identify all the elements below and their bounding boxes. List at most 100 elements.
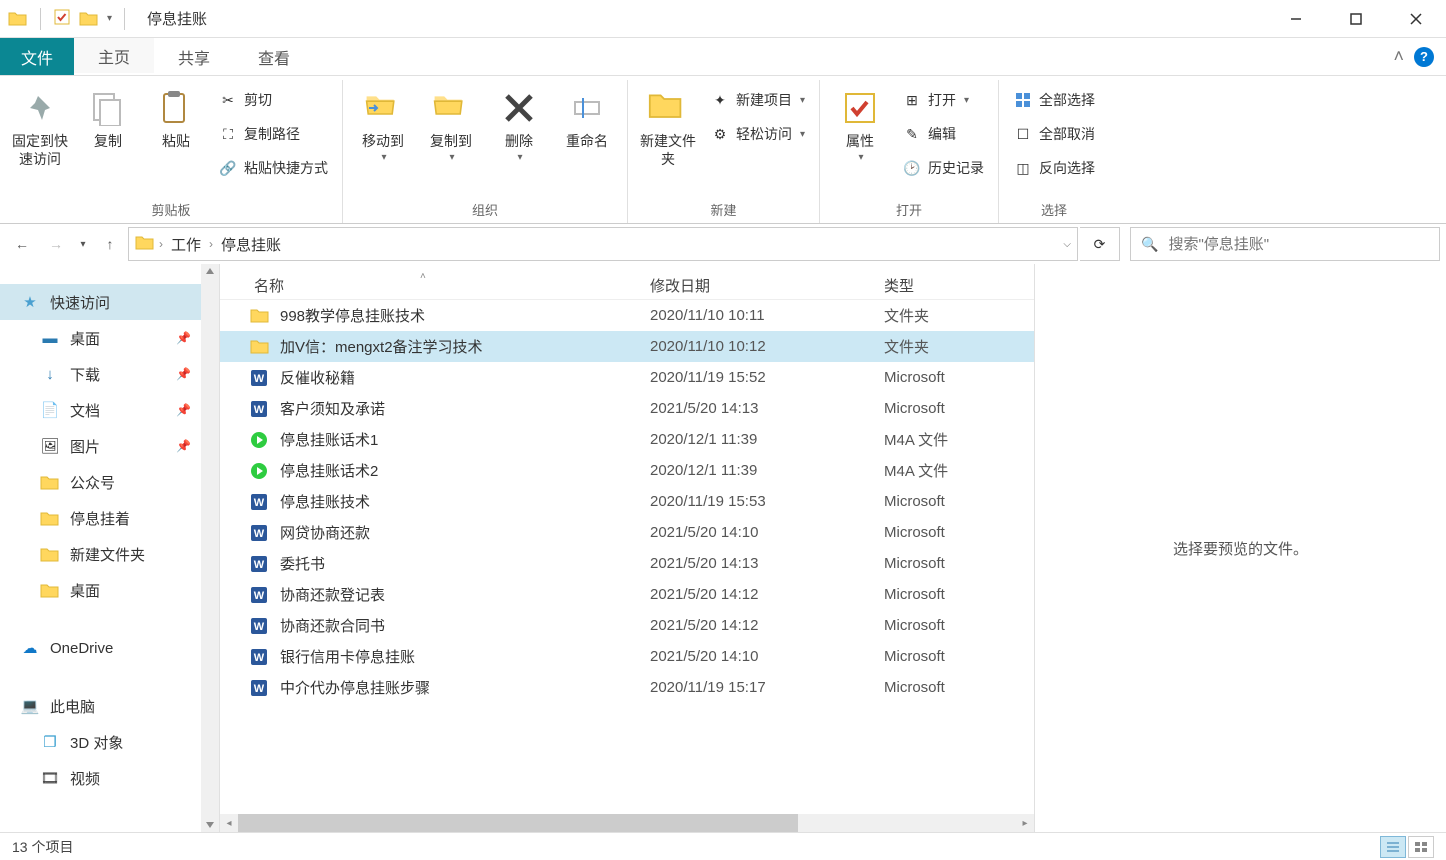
file-row[interactable]: 停息挂账话术12020/12/1 11:39M4A 文件 [220, 424, 1034, 455]
edit-icon: ✎ [902, 124, 922, 144]
tab-home[interactable]: 主页 [74, 38, 154, 75]
nav-back-button[interactable]: ← [6, 229, 38, 259]
refresh-button[interactable]: ⟳ [1080, 227, 1120, 261]
sidebar-downloads[interactable]: ↓下载📌 [0, 356, 219, 392]
navigation-pane[interactable]: ★快速访问 ▬桌面📌 ↓下载📌 📄文档📌 🖼图片📌 公众号 停息挂着 新建文件夹… [0, 264, 220, 832]
qat-dropdown[interactable]: ▾ [107, 13, 112, 24]
folder-icon [250, 337, 270, 357]
file-row[interactable]: 停息挂账话术22020/12/1 11:39M4A 文件 [220, 455, 1034, 486]
file-type: Microsoft [884, 555, 1004, 572]
maximize-button[interactable] [1326, 0, 1386, 38]
sidebar-folder-3[interactable]: 新建文件夹 [0, 536, 219, 572]
sidebar-3d-objects[interactable]: ❒3D 对象 [0, 724, 219, 760]
open-button[interactable]: ⊞打开▾ [896, 84, 990, 116]
collapse-ribbon-icon[interactable]: ˄ [1393, 46, 1404, 67]
search-box[interactable]: 🔍 [1130, 227, 1440, 261]
file-row[interactable]: 中介代办停息挂账步骤2020/11/19 15:17Microsoft [220, 672, 1034, 703]
file-row[interactable]: 网贷协商还款2021/5/20 14:10Microsoft [220, 517, 1034, 548]
address-dropdown[interactable]: ⌵ [1063, 239, 1071, 250]
file-row[interactable]: 停息挂账技术2020/11/19 15:53Microsoft [220, 486, 1034, 517]
nav-recent-dropdown[interactable]: ▾ [74, 229, 92, 259]
close-button[interactable] [1386, 0, 1446, 38]
properties-icon [838, 86, 882, 130]
ribbon-tabstrip: 文件 主页 共享 查看 ˄ ? [0, 38, 1446, 76]
sidebar-scrollbar[interactable] [201, 264, 219, 832]
sidebar-this-pc[interactable]: 💻此电脑 [0, 688, 219, 724]
pin-icon [18, 86, 62, 130]
nav-up-button[interactable]: ↑ [94, 229, 126, 259]
file-row[interactable]: 协商还款合同书2021/5/20 14:12Microsoft [220, 610, 1034, 641]
edit-button[interactable]: ✎编辑 [896, 118, 990, 150]
history-button[interactable]: 🕑历史记录 [896, 152, 990, 184]
copy-path-button[interactable]: ⛶复制路径 [212, 118, 334, 150]
shortcut-icon: 🔗 [218, 158, 238, 178]
qat-checkbox-icon[interactable] [53, 8, 71, 29]
file-row[interactable]: 委托书2021/5/20 14:13Microsoft [220, 548, 1034, 579]
file-name: 停息挂账话术2 [280, 460, 378, 481]
properties-button[interactable]: 属性▾ [828, 82, 892, 163]
new-folder-button[interactable]: 新建文件夹 [636, 82, 700, 168]
new-item-button[interactable]: ✦新建项目▾ [704, 84, 811, 116]
search-input[interactable] [1168, 236, 1429, 253]
sidebar-folder-4[interactable]: 桌面 [0, 572, 219, 608]
ribbon: 固定到快速访问 复制 粘贴 ✂剪切 ⛶复制路径 🔗粘贴快捷方式 剪贴板 移动到▾ [0, 76, 1446, 224]
invert-selection-button[interactable]: ◫反向选择 [1007, 152, 1101, 184]
sidebar-onedrive[interactable]: ☁OneDrive [0, 630, 219, 666]
open-icon: ⊞ [902, 90, 922, 110]
nav-forward-button[interactable]: → [40, 229, 72, 259]
sidebar-folder-1[interactable]: 公众号 [0, 464, 219, 500]
minimize-button[interactable] [1266, 0, 1326, 38]
easy-access-button[interactable]: ⚙轻松访问▾ [704, 118, 811, 150]
column-headers[interactable]: 名称˄ 修改日期 类型 [220, 264, 1034, 300]
sidebar-desktop[interactable]: ▬桌面📌 [0, 320, 219, 356]
tab-view[interactable]: 查看 [234, 38, 314, 75]
help-icon[interactable]: ? [1414, 47, 1434, 67]
cube-icon: ❒ [40, 733, 60, 751]
file-row[interactable]: 反催收秘籍2020/11/19 15:52Microsoft [220, 362, 1034, 393]
file-row[interactable]: 客户须知及承诺2021/5/20 14:13Microsoft [220, 393, 1034, 424]
details-view-button[interactable] [1380, 836, 1406, 858]
paste-shortcut-button[interactable]: 🔗粘贴快捷方式 [212, 152, 334, 184]
paste-button[interactable]: 粘贴 [144, 82, 208, 150]
delete-icon [497, 86, 541, 130]
delete-button[interactable]: 删除▾ [487, 82, 551, 163]
qat-folder-icon[interactable] [79, 10, 99, 28]
sidebar-documents[interactable]: 📄文档📌 [0, 392, 219, 428]
word-icon [250, 678, 270, 698]
breadcrumb-1[interactable]: 工作 [167, 232, 205, 257]
sidebar-quick-access[interactable]: ★快速访问 [0, 284, 219, 320]
address-bar[interactable]: › 工作 › 停息挂账 ⌵ [128, 227, 1078, 261]
file-row[interactable]: 协商还款登记表2021/5/20 14:12Microsoft [220, 579, 1034, 610]
move-to-button[interactable]: 移动到▾ [351, 82, 415, 163]
tab-share[interactable]: 共享 [154, 38, 234, 75]
file-list[interactable]: 名称˄ 修改日期 类型 998教学停息挂账技术2020/11/10 10:11文… [220, 264, 1034, 832]
tab-file[interactable]: 文件 [0, 38, 74, 75]
select-none-button[interactable]: ☐全部取消 [1007, 118, 1101, 150]
icons-view-button[interactable] [1408, 836, 1434, 858]
pin-quick-access-button[interactable]: 固定到快速访问 [8, 82, 72, 168]
video-icon: 🎞 [40, 769, 60, 787]
word-icon [250, 368, 270, 388]
breadcrumb-2[interactable]: 停息挂账 [217, 232, 285, 257]
copy-button[interactable]: 复制 [76, 82, 140, 150]
select-all-button[interactable]: 全部选择 [1007, 84, 1101, 116]
file-date: 2021/5/20 14:10 [650, 648, 884, 665]
sidebar-videos[interactable]: 🎞视频 [0, 760, 219, 796]
file-row[interactable]: 加V信：mengxt2备注学习技术2020/11/10 10:12文件夹 [220, 331, 1034, 362]
clipboard-icon [154, 86, 198, 130]
file-row[interactable]: 银行信用卡停息挂账2021/5/20 14:10Microsoft [220, 641, 1034, 672]
chevron-right-icon[interactable]: › [159, 237, 163, 251]
column-type[interactable]: 类型 [884, 275, 1004, 296]
file-type: Microsoft [884, 369, 1004, 386]
file-type: Microsoft [884, 586, 1004, 603]
file-row[interactable]: 998教学停息挂账技术2020/11/10 10:11文件夹 [220, 300, 1034, 331]
sidebar-folder-2[interactable]: 停息挂着 [0, 500, 219, 536]
cut-button[interactable]: ✂剪切 [212, 84, 334, 116]
column-name[interactable]: 名称˄ [220, 275, 650, 296]
rename-button[interactable]: 重命名 [555, 82, 619, 150]
column-date[interactable]: 修改日期 [650, 275, 884, 296]
chevron-right-icon[interactable]: › [209, 237, 213, 251]
copy-to-button[interactable]: 复制到▾ [419, 82, 483, 163]
horizontal-scrollbar[interactable]: ◂▸ [220, 814, 1034, 832]
sidebar-pictures[interactable]: 🖼图片📌 [0, 428, 219, 464]
